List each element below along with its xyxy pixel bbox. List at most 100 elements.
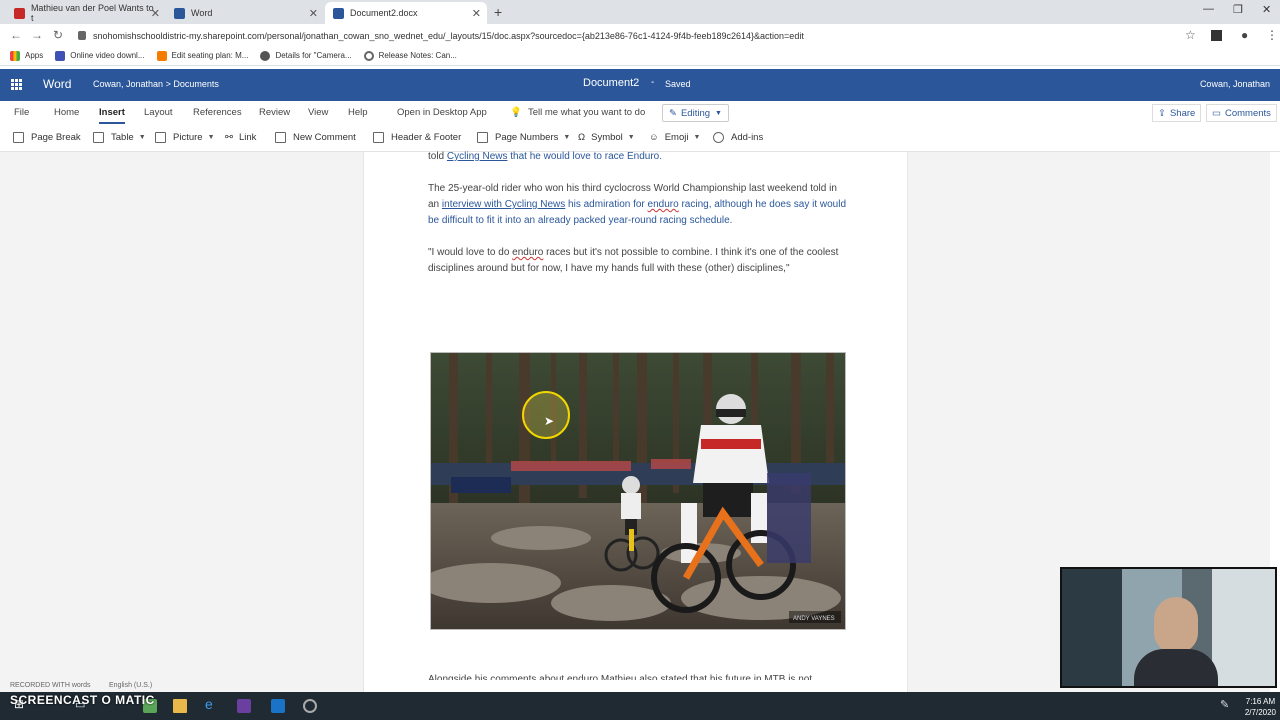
new-comment-button[interactable]: New Comment [275,132,356,143]
system-clock[interactable]: 7:16 AM 2/7/2020 [1245,696,1276,718]
clock-date: 2/7/2020 [1244,708,1276,717]
chevron-down-icon: ▼ [715,109,722,117]
text-run: "I would love to do [428,247,513,258]
cycling-news-link[interactable]: Cycling News [447,151,508,162]
page-break-button[interactable]: Page Break [13,132,81,143]
maximize-button[interactable]: ❐ [1233,3,1243,16]
link-button[interactable]: ⚯ Link [225,132,256,143]
menu-icon[interactable]: ⋮ [1266,28,1278,42]
back-icon[interactable]: ← [10,28,22,42]
mtb-race-photo: ANDY VAYNES [431,353,845,629]
menu-insert[interactable]: Insert [99,107,125,124]
word-header: Word Cowan, Jonathan > Documents Documen… [0,69,1280,101]
outlook-icon[interactable] [271,699,285,713]
onenote-icon[interactable] [237,699,251,713]
forward-icon[interactable]: → [31,28,43,42]
language-indicator[interactable]: English (U.S.) [109,682,152,689]
browser-tab[interactable]: Word ✕ [166,2,324,24]
chevron-down-icon: ▼ [693,134,701,141]
menu-review[interactable]: Review [259,107,290,118]
browser-tab[interactable]: Mathieu van der Poel Wants to t ✕ [6,2,166,24]
breadcrumb-user[interactable]: Cowan, Jonathan [93,79,163,89]
page-numbers-button[interactable]: Page Numbers ▼ [477,132,570,143]
menu-home[interactable]: Home [54,107,79,118]
clock-time: 7:16 AM [1245,697,1276,706]
share-icon: ⇪ [1158,107,1166,119]
word-status-bar: RECORDED WITH words English (U.S.) [0,682,360,692]
breadcrumb[interactable]: Cowan, Jonathan > Documents [93,79,219,89]
bookmark-label: Edit seating plan: M... [171,51,249,60]
url-field[interactable]: snohomishschooldistric-my.sharepoint.com… [78,27,1173,44]
close-icon[interactable]: ✕ [309,7,318,20]
bookmark-apps[interactable]: Apps [10,50,43,61]
file-explorer-icon[interactable] [173,699,187,713]
user-name[interactable]: Cowan, Jonathan [1200,79,1270,89]
paragraph-3[interactable]: Alongside his comments about enduro Math… [428,670,848,680]
document-title[interactable]: Document2 [583,77,639,89]
pinkbike-icon [14,7,25,19]
lock-icon [78,31,86,40]
close-icon[interactable]: ✕ [151,7,160,20]
menu-view[interactable]: View [308,107,328,118]
close-icon[interactable]: ✕ [472,7,481,20]
link-icon: ⚯ [225,132,233,143]
add-ins-button[interactable]: Add-ins [713,132,763,143]
globe-icon [260,50,271,61]
extension-icon[interactable] [1211,30,1222,41]
inserted-picture[interactable]: ANDY VAYNES [430,352,846,630]
editing-mode-button[interactable]: ✎ Editing ▼ [662,104,729,122]
interview-link[interactable]: interview with Cycling News [442,199,565,210]
gear-icon [363,50,374,61]
paragraph-0[interactable]: told Cycling News that he would love to … [428,149,848,165]
reload-icon[interactable]: ↻ [53,28,63,42]
comment-icon [275,132,286,143]
share-label: Share [1169,107,1196,119]
browser-tab-active[interactable]: Document2.docx ✕ [325,2,487,24]
menu-bar: File Home Insert Layout References Revie… [0,101,1280,125]
share-button[interactable]: ⇪ Share [1152,104,1202,122]
menu-file[interactable]: File [14,107,29,118]
bookmarks-bar: Apps Online video downl... Edit seating … [0,46,1280,66]
header-footer-button[interactable]: Header & Footer [373,132,461,143]
paragraph-2[interactable]: "I would love to do enduro races but it'… [428,245,848,277]
spelling-flag: enduro [512,247,544,258]
symbol-button[interactable]: Ω Symbol ▼ [578,132,635,143]
tell-me-search[interactable]: Tell me what you want to do [528,107,645,118]
ribbon-label: Picture [173,132,203,143]
bookmark-item[interactable]: Online video downl... [55,50,145,61]
table-button[interactable]: Table ▼ [93,132,146,143]
menu-layout[interactable]: Layout [144,107,173,118]
profile-icon[interactable]: ● [1241,28,1248,42]
pen-icon[interactable]: ✎ [1220,698,1234,712]
chevron-down-icon: ▼ [138,134,146,141]
bookmark-item[interactable]: Details for "Camera... [260,50,352,61]
minimize-button[interactable]: — [1203,3,1214,15]
cortana-icon[interactable] [303,699,317,713]
menu-help[interactable]: Help [348,107,368,118]
comments-label: Comments [1224,107,1271,119]
app-name[interactable]: Word [43,77,71,91]
window-close-button[interactable]: ✕ [1262,3,1271,16]
bookmark-item[interactable]: Edit seating plan: M... [156,50,249,61]
ribbon-label: Header & Footer [391,132,462,143]
text-run: that he would love to race Enduro. [507,151,663,162]
ribbon-label: Page Break [31,132,81,143]
emoji-button[interactable]: ☺ Emoji ▼ [649,132,700,143]
bookmark-label: Details for "Camera... [275,51,352,60]
comments-button[interactable]: ▭ Comments [1206,104,1277,122]
app-launcher-icon[interactable] [11,79,22,90]
edge-icon[interactable]: e [205,696,219,712]
picture-button[interactable]: Picture ▼ [155,132,215,143]
star-icon[interactable]: ☆ [1185,28,1196,42]
open-desktop-app-button[interactable]: Open in Desktop App [397,107,487,118]
breadcrumb-folder[interactable]: Documents [173,79,219,89]
bookmark-item[interactable]: Release Notes: Can... [363,50,457,61]
tab-label: Mathieu van der Poel Wants to t [30,3,154,23]
lightbulb-icon: 💡 [510,107,522,118]
word-icon [174,7,185,19]
paragraph-1[interactable]: The 25-year-old rider who won his third … [428,181,848,229]
new-tab-button[interactable]: + [494,4,502,20]
menu-references[interactable]: References [193,107,242,118]
text-run: told [428,151,447,162]
ribbon-label: Table [111,132,134,143]
